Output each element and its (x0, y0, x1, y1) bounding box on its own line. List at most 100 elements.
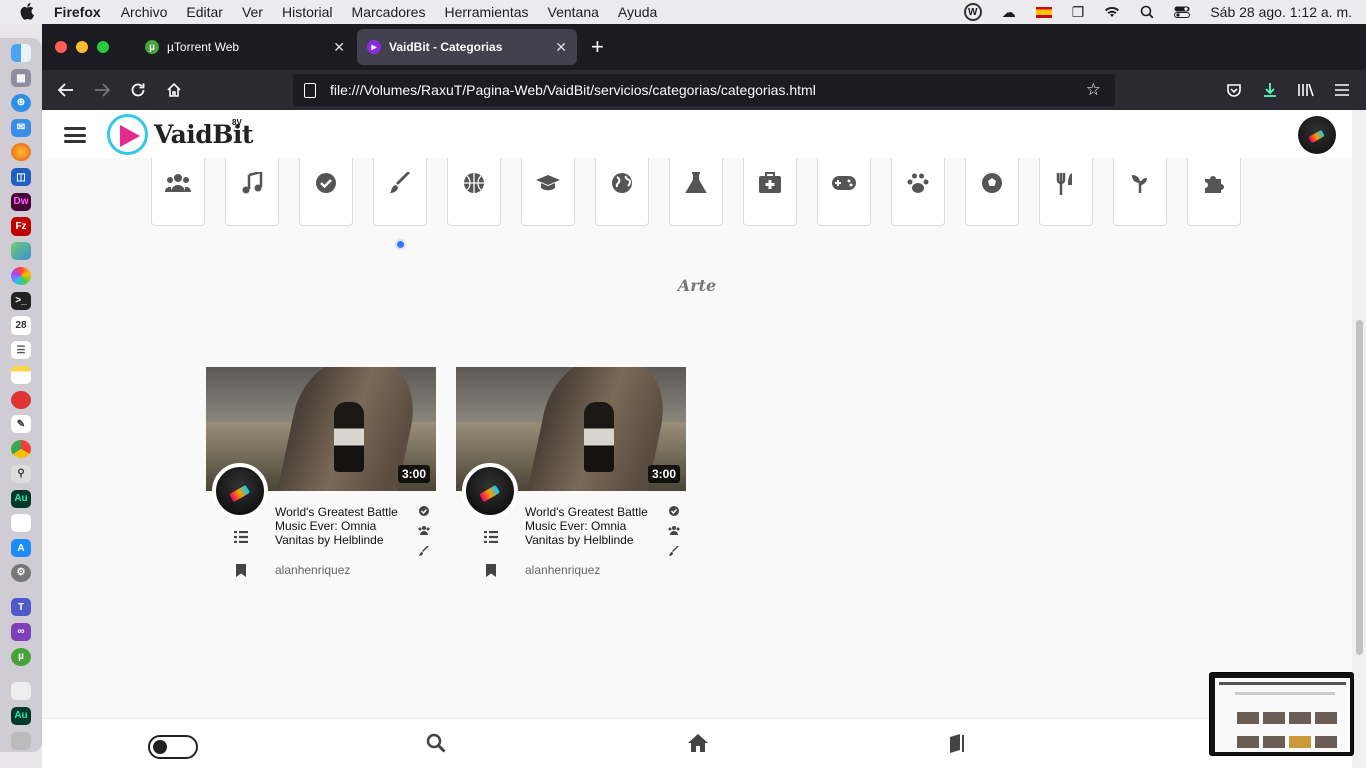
playlist-icon[interactable] (234, 530, 248, 545)
pomodoro-icon[interactable] (11, 390, 31, 409)
teams-icon[interactable]: T (11, 598, 31, 617)
dreamweaver-icon[interactable]: Dw (11, 192, 31, 211)
video-card[interactable]: 3:00 World's Greatest Battle Music Ever:… (206, 367, 436, 579)
wifi-icon[interactable] (1104, 6, 1120, 18)
control-center-icon[interactable] (1174, 6, 1191, 18)
maps-icon[interactable] (11, 242, 31, 261)
minimize-window-button[interactable] (76, 41, 88, 53)
home-button[interactable] (156, 74, 192, 106)
finder-icon[interactable] (11, 44, 31, 63)
video-title[interactable]: World's Greatest Battle Music Ever: Omni… (275, 505, 410, 547)
menubar-clock[interactable]: Sáb 28 ago. 1:12 a. m. (1210, 4, 1352, 20)
channel-avatar[interactable] (212, 463, 268, 519)
menu-archivo[interactable]: Archivo (121, 4, 168, 20)
close-tab-icon[interactable]: ✕ (333, 39, 345, 56)
menu-ver[interactable]: Ver (242, 4, 263, 20)
tab-utorrent[interactable]: µ µTorrent Web ✕ (135, 29, 355, 65)
close-tab-icon[interactable]: ✕ (555, 39, 567, 56)
back-button[interactable] (48, 74, 84, 106)
zoom-window-button[interactable] (97, 41, 109, 53)
safari-icon[interactable]: ⊕ (11, 93, 31, 112)
remote-desktop-icon[interactable]: ◫ (11, 167, 31, 187)
launchpad-icon[interactable]: ▦ (11, 69, 31, 88)
language-flag-icon[interactable] (1035, 6, 1052, 18)
video-title[interactable]: World's Greatest Battle Music Ever: Omni… (525, 505, 660, 547)
new-tab-button[interactable]: + (591, 36, 604, 58)
bookmark-icon[interactable] (486, 564, 496, 579)
menu-ayuda[interactable]: Ayuda (618, 4, 657, 20)
spotlight-search-icon[interactable] (1140, 5, 1154, 19)
home-icon[interactable] (687, 733, 709, 759)
category-nature-button[interactable] (1113, 158, 1167, 226)
category-world-button[interactable] (595, 158, 649, 226)
theme-toggle[interactable] (148, 735, 198, 759)
app-menu-icon[interactable] (1324, 74, 1360, 106)
trash-icon[interactable] (11, 731, 31, 750)
reminders-icon[interactable]: ☰ (11, 341, 31, 360)
scrollbar-thumb[interactable] (1356, 320, 1363, 655)
video-author[interactable]: alanhenriquez (525, 563, 600, 577)
firefox-icon[interactable] (11, 143, 31, 162)
photos-icon[interactable] (11, 266, 31, 286)
menu-editar[interactable]: Editar (186, 4, 223, 20)
video-card[interactable]: 3:00 World's Greatest Battle Music Ever:… (456, 367, 686, 579)
close-window-button[interactable] (55, 41, 67, 53)
category-animals-button[interactable] (891, 158, 945, 226)
chrome-icon[interactable] (11, 440, 31, 459)
visual-studio-icon[interactable]: ∞ (11, 622, 31, 642)
app-store-icon[interactable]: A (11, 538, 31, 558)
channel-avatar[interactable] (462, 463, 518, 519)
utorrent-dock-icon[interactable]: µ (11, 647, 31, 666)
library-icon[interactable] (1288, 74, 1324, 106)
bookmark-icon[interactable] (236, 564, 246, 579)
menu-marcadores[interactable]: Marcadores (352, 4, 426, 20)
notes-icon[interactable] (11, 365, 31, 384)
category-check-button[interactable] (299, 158, 353, 226)
search-icon[interactable] (426, 733, 446, 759)
playlist-icon[interactable] (484, 530, 498, 545)
wordpress-icon[interactable]: W (963, 3, 982, 21)
system-preferences-icon[interactable]: ⚙ (11, 563, 31, 582)
downloads-icon[interactable] (1252, 74, 1288, 106)
category-users-button[interactable] (151, 158, 205, 226)
category-sports-button[interactable] (447, 158, 501, 226)
video-author[interactable]: alanhenriquez (275, 563, 350, 577)
category-games-button[interactable] (817, 158, 871, 226)
library-book-icon[interactable] (948, 733, 966, 759)
terminal-icon[interactable]: >_ (11, 291, 31, 310)
url-text[interactable]: file:///Volumes/RaxuT/Pagina-Web/VaidBit… (330, 82, 816, 98)
menu-app-name[interactable]: Firefox (54, 4, 101, 20)
page-scrollbar[interactable] (1352, 110, 1366, 768)
creative-cloud-icon[interactable]: ☁ (1002, 4, 1016, 21)
window-icon[interactable]: ❐ (1072, 4, 1085, 21)
rocket-icon[interactable]: ⚲ (11, 464, 31, 483)
category-music-button[interactable] (225, 158, 279, 226)
user-avatar[interactable] (1298, 116, 1336, 154)
textedit-icon[interactable]: ✎ (11, 415, 31, 434)
reload-button[interactable] (120, 74, 156, 106)
hamburger-menu-icon[interactable] (64, 127, 86, 143)
tab-vaidbit[interactable]: ▸ VaidBit - Categorias ✕ (357, 29, 577, 65)
apple-icon[interactable] (20, 2, 42, 23)
forward-button[interactable] (84, 74, 120, 106)
audition-file-icon[interactable]: Au (11, 706, 31, 725)
category-education-button[interactable] (521, 158, 575, 226)
screenshot-preview[interactable] (1209, 672, 1354, 756)
category-science-button[interactable] (669, 158, 723, 226)
category-soccer-button[interactable] (965, 158, 1019, 226)
menu-historial[interactable]: Historial (282, 4, 333, 20)
url-bar[interactable]: file:///Volumes/RaxuT/Pagina-Web/VaidBit… (293, 74, 1115, 106)
category-health-button[interactable] (743, 158, 797, 226)
filezilla-icon[interactable]: Fz (11, 217, 31, 236)
file-icon[interactable] (11, 682, 31, 701)
category-puzzle-button[interactable] (1187, 158, 1241, 226)
audition-icon[interactable]: Au (11, 489, 31, 508)
pocket-icon[interactable] (1216, 74, 1252, 106)
menu-herramientas[interactable]: Herramientas (444, 4, 528, 20)
site-logo[interactable]: VaidBit 8V (107, 114, 253, 155)
document-icon[interactable] (11, 514, 31, 533)
category-food-button[interactable] (1039, 158, 1093, 226)
bookmark-star-icon[interactable]: ☆ (1086, 80, 1101, 100)
mail-icon[interactable]: ✉ (11, 118, 31, 137)
calendar-icon[interactable]: 28 (11, 316, 31, 335)
